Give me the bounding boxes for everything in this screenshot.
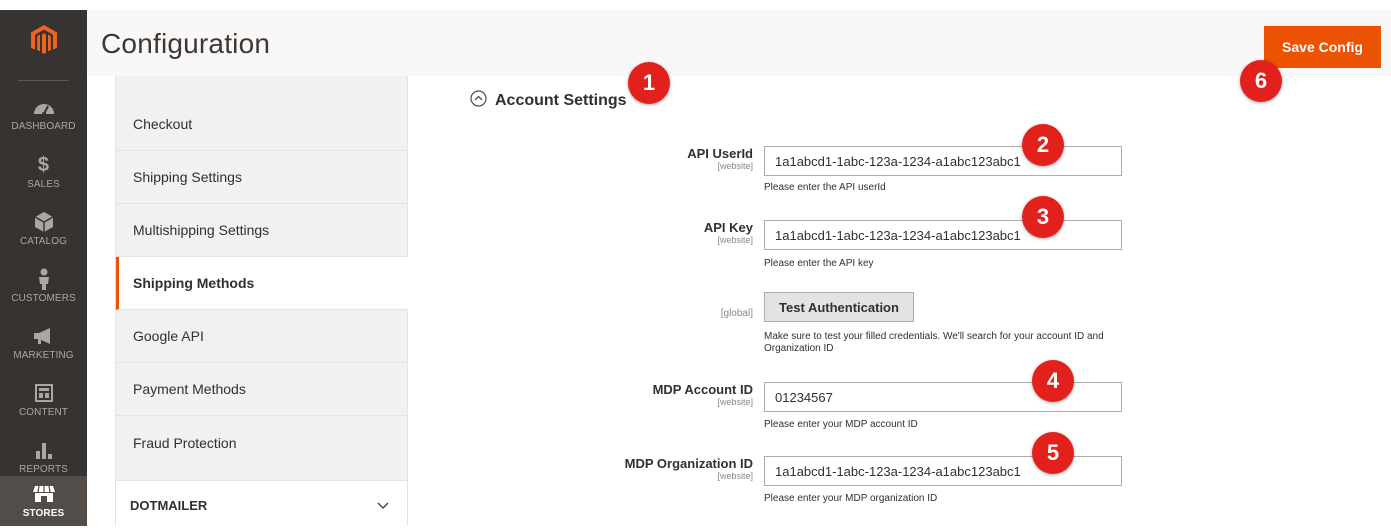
nav-item-stores[interactable]: STORES	[0, 476, 87, 526]
nav-label: STORES	[22, 508, 65, 519]
api-key-label: API Key [website]	[704, 220, 753, 246]
page-title: Configuration	[101, 28, 271, 59]
callout-badge: 3	[1022, 196, 1064, 238]
scope-label: [website]	[717, 471, 753, 481]
page-header: Configuration Save Config	[87, 10, 1391, 76]
nav-label: DASHBOARD	[11, 121, 76, 132]
api-key-input[interactable]	[764, 220, 1122, 250]
test-authentication-button[interactable]: Test Authentication	[764, 292, 914, 322]
nav-label: MARKETING	[13, 350, 74, 361]
mdp-organization-id-label: MDP Organization ID [website]	[625, 456, 753, 482]
label-text: API Key	[703, 220, 753, 235]
nav-item-dashboard[interactable]: DASHBOARD	[0, 88, 87, 140]
section-account-settings[interactable]: Account Settings	[470, 90, 627, 112]
bar-chart-icon	[35, 439, 53, 461]
tab-shipping-settings[interactable]: Shipping Settings	[116, 151, 407, 204]
api-key-note: Please enter the API key	[764, 258, 874, 269]
tab-fraud-protection[interactable]: Fraud Protection	[116, 416, 407, 469]
label-text: MDP Account ID	[652, 382, 753, 397]
megaphone-icon	[33, 325, 55, 347]
store-icon	[32, 483, 55, 505]
section-title: Account Settings	[495, 92, 627, 109]
save-config-button[interactable]: Save Config	[1264, 26, 1381, 68]
scope-label: [website]	[717, 397, 753, 407]
api-userid-note: Please enter the API userId	[764, 182, 886, 193]
tab-checkout[interactable]: Checkout	[116, 98, 407, 151]
config-tabs-panel: Checkout Shipping Settings Multishipping…	[115, 76, 408, 530]
tab-shipping-methods[interactable]: Shipping Methods	[116, 257, 408, 310]
label-text: MDP Organization ID	[624, 456, 753, 471]
tab-payment-methods[interactable]: Payment Methods	[116, 363, 407, 416]
callout-badge: 2	[1022, 124, 1064, 166]
nav-item-marketing[interactable]: MARKETING	[0, 317, 87, 369]
layout-icon	[34, 382, 53, 404]
nav-label: CONTENT	[18, 407, 69, 418]
api-userid-input[interactable]	[764, 146, 1122, 176]
nav-label: REPORTS	[19, 464, 68, 475]
tab-google-api[interactable]: Google API	[116, 310, 407, 363]
admin-sidebar: DASHBOARD $ SALES CATALOG CUSTOMERS MARK…	[0, 10, 87, 526]
box-icon	[34, 211, 53, 233]
api-userid-label: API UserId [website]	[687, 146, 753, 172]
callout-badge: 6	[1240, 60, 1282, 102]
nav-label: CATALOG	[19, 236, 67, 247]
dashboard-icon	[33, 96, 55, 118]
mdp-account-id-note: Please enter your MDP account ID	[764, 419, 918, 430]
tab-multishipping-settings[interactable]: Multishipping Settings	[116, 204, 407, 257]
nav-label: CUSTOMERS	[11, 293, 76, 304]
mdp-account-id-label: MDP Account ID [website]	[653, 382, 753, 408]
nav-item-content[interactable]: CONTENT	[0, 374, 87, 426]
chevron-down-icon	[377, 498, 389, 513]
tab-group-dotmailer[interactable]: DOTMAILER	[116, 480, 407, 530]
scope-label: [website]	[717, 161, 753, 171]
nav-item-sales[interactable]: $ SALES	[0, 146, 87, 198]
nav-item-catalog[interactable]: CATALOG	[0, 203, 87, 255]
nav-label: SALES	[27, 179, 60, 190]
logo-divider	[18, 80, 69, 81]
callout-badge: 1	[628, 62, 670, 104]
callout-badge: 5	[1032, 432, 1074, 474]
callout-badge: 4	[1032, 360, 1074, 402]
label-text: API UserId	[687, 146, 753, 161]
magento-logo[interactable]	[0, 10, 87, 70]
mdp-organization-id-note: Please enter your MDP organization ID	[764, 493, 938, 504]
collapse-circle-icon	[470, 90, 487, 112]
dollar-icon: $	[37, 153, 50, 176]
global-scope-label: [global]	[720, 308, 753, 319]
test-auth-note: Make sure to test your filled credential…	[764, 331, 1104, 354]
nav-item-customers[interactable]: CUSTOMERS	[0, 260, 87, 312]
person-icon	[37, 268, 51, 290]
tab-group-label: DOTMAILER	[130, 498, 208, 513]
scope-label: [website]	[717, 235, 753, 245]
